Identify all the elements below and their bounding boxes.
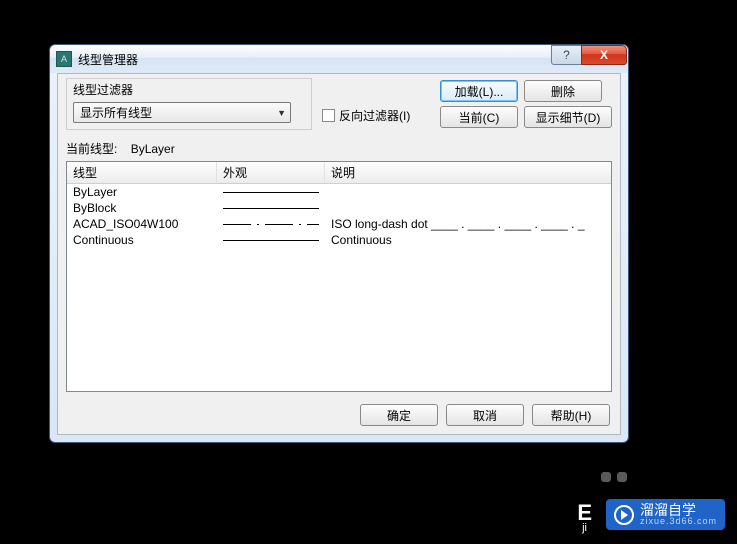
titlebar[interactable]: A 线型管理器 ? X: [50, 45, 628, 73]
solid-line-icon: [223, 192, 319, 193]
cell-appearance: [217, 208, 325, 209]
table-row[interactable]: ACAD_ISO04W100 ISO long-dash dot ____ . _…: [67, 216, 611, 232]
filter-combo[interactable]: 显示所有线型 ▼: [73, 102, 291, 123]
current-button[interactable]: 当前(C): [440, 106, 518, 128]
cell-appearance: [217, 192, 325, 193]
current-linetype-label: 当前线型:: [66, 142, 117, 156]
play-icon: [614, 505, 634, 525]
list-body: ByLayer ByBlock ACAD_ISO04W100 ISO long-das…: [67, 184, 611, 248]
window-buttons: ? X: [551, 45, 627, 65]
right-button-column: 加载(L)... 删除 当前(C) 显示细节(D): [440, 78, 612, 130]
logo-en: zixue.3d66.com: [640, 517, 717, 526]
cancel-button[interactable]: 取消: [446, 404, 524, 426]
col-linetype[interactable]: 线型: [67, 162, 217, 183]
invert-filter-label: 反向过滤器(I): [339, 107, 410, 124]
linetype-manager-dialog: A 线型管理器 ? X 线型过滤器 显示所有线型 ▼ 反向过滤器(I) 加载(L…: [49, 44, 629, 443]
filter-combo-value: 显示所有线型: [80, 104, 152, 121]
solid-line-icon: [223, 208, 319, 209]
list-header: 线型 外观 说明: [67, 162, 611, 184]
filter-groupbox: 线型过滤器 显示所有线型 ▼: [66, 78, 312, 130]
close-button[interactable]: X: [581, 45, 627, 65]
linetype-list[interactable]: 线型 外观 说明 ByLayer ByBlock ACAD_ISO04W100 ISO…: [66, 161, 612, 392]
logo-cn: 溜溜自学: [640, 503, 717, 517]
dashdot-line-icon: [223, 224, 319, 225]
table-row[interactable]: ByBlock: [67, 200, 611, 216]
col-appearance[interactable]: 外观: [217, 162, 325, 183]
chevron-down-icon: ▼: [277, 108, 286, 118]
top-controls: 线型过滤器 显示所有线型 ▼ 反向过滤器(I) 加载(L)... 删除 当前(C…: [58, 74, 620, 136]
table-row[interactable]: ByLayer: [67, 184, 611, 200]
help-bottom-button[interactable]: 帮助(H): [532, 404, 610, 426]
dialog-title: 线型管理器: [78, 51, 551, 68]
ok-button[interactable]: 确定: [360, 404, 438, 426]
invert-filter-checkbox[interactable]: 反向过滤器(I): [322, 100, 410, 130]
show-details-button[interactable]: 显示细节(D): [524, 106, 612, 128]
cell-linetype: ByLayer: [67, 185, 217, 199]
filter-group-label: 线型过滤器: [73, 81, 305, 98]
dialog-bottom-buttons: 确定 取消 帮助(H): [58, 398, 620, 434]
client-area: 线型过滤器 显示所有线型 ▼ 反向过滤器(I) 加载(L)... 删除 当前(C…: [57, 73, 621, 435]
cell-description: Continuous: [325, 233, 611, 247]
cell-appearance: [217, 240, 325, 241]
cell-description: ISO long-dash dot ____ . ____ . ____ . _…: [325, 217, 611, 231]
watermark-small: ji: [582, 522, 587, 534]
load-button[interactable]: 加载(L)...: [440, 80, 518, 102]
app-icon: A: [56, 51, 72, 67]
current-linetype-row: 当前线型: ByLayer: [58, 136, 620, 159]
cell-appearance: [217, 224, 325, 225]
watermark-logo: 溜溜自学 zixue.3d66.com: [606, 499, 725, 530]
cell-linetype: Continuous: [67, 233, 217, 247]
help-button[interactable]: ?: [551, 45, 581, 65]
decorative-dots: [601, 472, 627, 482]
cell-linetype: ByBlock: [67, 201, 217, 215]
solid-line-icon: [223, 240, 319, 241]
cell-linetype: ACAD_ISO04W100: [67, 217, 217, 231]
col-description[interactable]: 说明: [325, 162, 611, 183]
delete-button[interactable]: 删除: [524, 80, 602, 102]
current-linetype-value: ByLayer: [131, 142, 175, 156]
table-row[interactable]: Continuous Continuous: [67, 232, 611, 248]
checkbox-icon: [322, 109, 335, 122]
